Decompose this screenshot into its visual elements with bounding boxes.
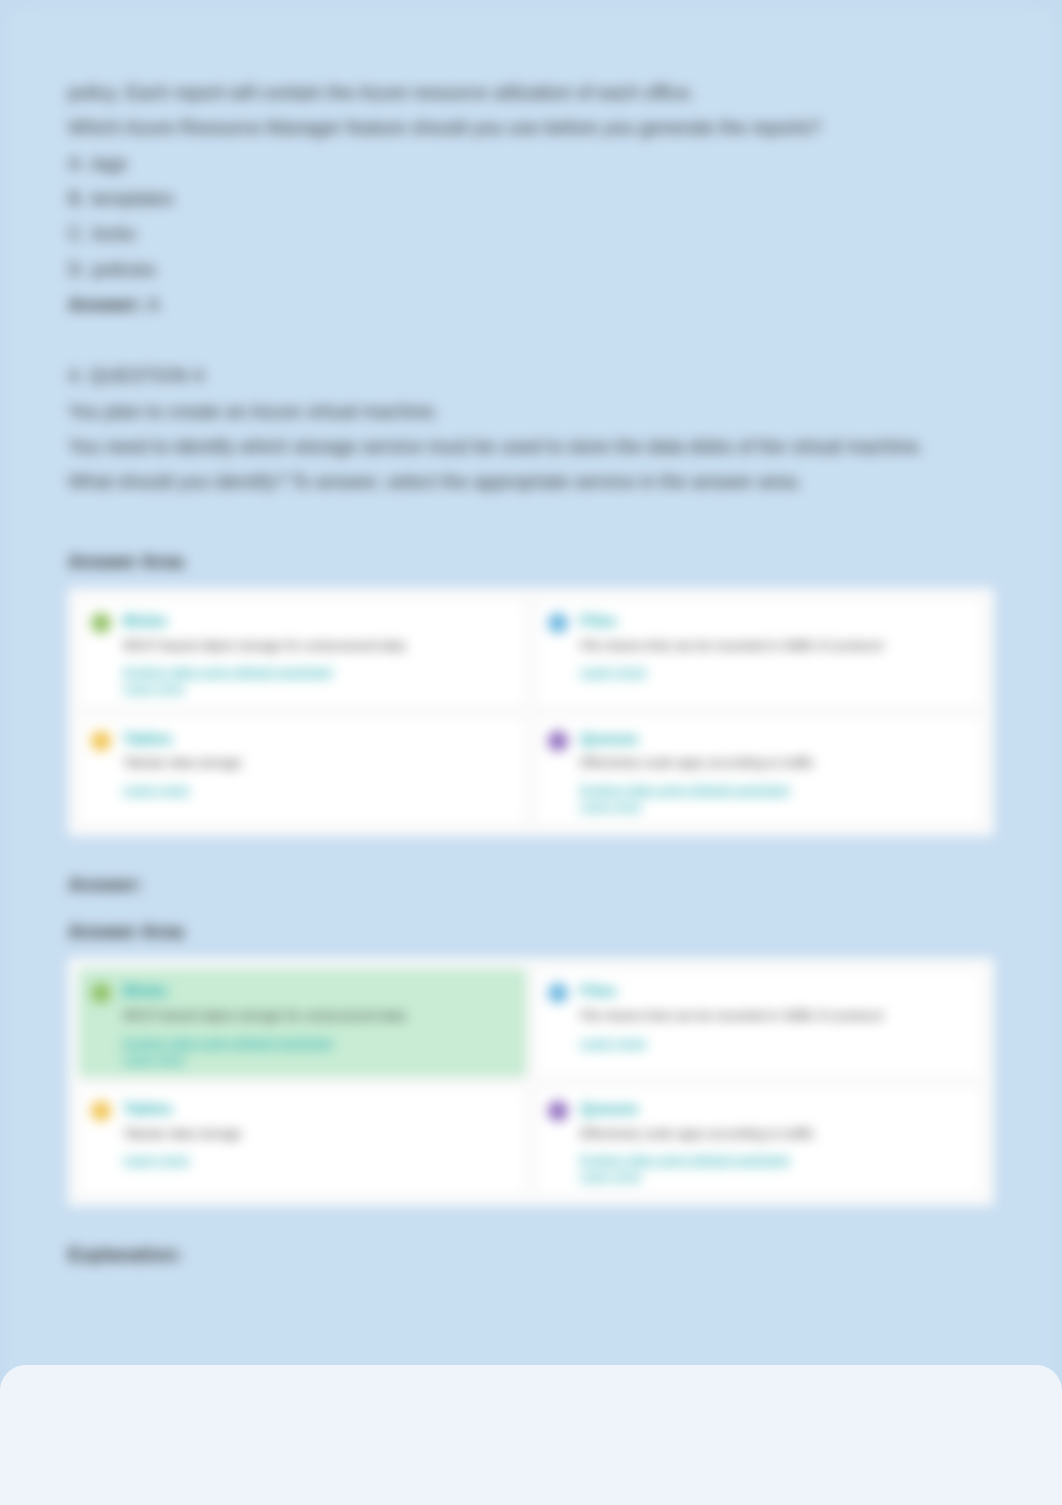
q1-opt-a: A. tags xyxy=(68,149,994,180)
q2-line2: You need to identify which storage servi… xyxy=(68,432,994,463)
q1-opt-c: C. locks xyxy=(68,219,994,250)
card-blobs-ans[interactable]: Blobs REST-based object storage for unst… xyxy=(78,968,527,1078)
queues-link1[interactable]: Explore data using default quickstart xyxy=(580,782,971,799)
q1-answer: Answer: A xyxy=(68,290,994,321)
files-desc: File shares that can be mounted in SMB 3… xyxy=(580,638,971,655)
card-tables[interactable]: Tables Tabular data storage Learn more xyxy=(78,716,527,826)
files-title: Files xyxy=(580,609,971,635)
q2-line3: What should you identify? To answer, sel… xyxy=(68,467,994,498)
tables-ans-link1[interactable]: Learn more xyxy=(123,1152,514,1169)
answer-heading: Answer: xyxy=(68,870,994,901)
tables-title: Tables xyxy=(123,727,514,753)
tables-link1[interactable]: Learn more xyxy=(123,782,514,799)
tables-ans-title: Tables xyxy=(123,1097,514,1123)
q1-opt-b: B. templates xyxy=(68,184,994,215)
tables-desc: Tabular data storage xyxy=(123,755,514,772)
queues-ans-link2[interactable]: Learn more xyxy=(580,1169,971,1185)
answer-area-label-1: Answer Area xyxy=(68,547,994,578)
blobs-ans-icon xyxy=(91,983,111,1003)
q2-number: 4. QUESTION 4 xyxy=(68,361,994,392)
queues-title: Queues xyxy=(580,727,971,753)
blobs-icon xyxy=(91,613,111,633)
queues-ans-icon xyxy=(548,1101,568,1121)
card-queues-ans[interactable]: Queues Effectively scale apps according … xyxy=(535,1086,984,1196)
blobs-link1[interactable]: Explore data using default quickstart xyxy=(123,664,514,681)
files-icon xyxy=(548,613,568,633)
card-blobs[interactable]: Blobs REST-based object storage for unst… xyxy=(78,598,527,708)
files-ans-title: Files xyxy=(580,979,971,1005)
queues-link2[interactable]: Learn more xyxy=(580,799,971,815)
tables-icon xyxy=(91,731,111,751)
q1-answer-value: A xyxy=(147,295,160,316)
card-tables-ans[interactable]: Tables Tabular data storage Learn more xyxy=(78,1086,527,1196)
blobs-desc: REST-based object storage for unstructur… xyxy=(123,638,514,655)
card-files[interactable]: Files File shares that can be mounted in… xyxy=(535,598,984,708)
bottom-panel xyxy=(0,1365,1062,1505)
q1-answer-label: Answer: xyxy=(68,295,143,316)
answer-area-1: Blobs REST-based object storage for unst… xyxy=(68,588,994,836)
queues-ans-desc: Effectively scale apps according to traf… xyxy=(580,1126,971,1143)
queues-ans-link1[interactable]: Explore data using default quickstart xyxy=(580,1152,971,1169)
files-link1[interactable]: Learn more xyxy=(580,664,971,681)
queues-desc: Effectively scale apps according to traf… xyxy=(580,755,971,772)
queues-icon xyxy=(548,731,568,751)
tables-ans-icon xyxy=(91,1101,111,1121)
q1-prompt: Which Azure Resource Manager feature sho… xyxy=(68,113,994,144)
card-files-ans[interactable]: Files File shares that can be mounted in… xyxy=(535,968,984,1078)
q1-opt-d: D. policies xyxy=(68,255,994,286)
files-ans-desc: File shares that can be mounted in SMB 3… xyxy=(580,1008,971,1025)
files-ans-icon xyxy=(548,983,568,1003)
q2-line1: You plan to create an Azure virtual mach… xyxy=(68,397,994,428)
answer-area-2: Blobs REST-based object storage for unst… xyxy=(68,958,994,1206)
blobs-ans-link1[interactable]: Explore data using default quickstart xyxy=(123,1035,514,1052)
queues-ans-title: Queues xyxy=(580,1097,971,1123)
blobs-ans-link2[interactable]: Learn more xyxy=(123,1052,514,1068)
blobs-ans-title: Blobs xyxy=(123,979,514,1005)
tables-ans-desc: Tabular data storage xyxy=(123,1126,514,1143)
answer-area-label-2: Answer Area xyxy=(68,917,994,948)
blobs-ans-desc: REST-based object storage for unstructur… xyxy=(123,1008,514,1025)
blobs-link2[interactable]: Learn more xyxy=(123,681,514,697)
card-queues[interactable]: Queues Effectively scale apps according … xyxy=(535,716,984,826)
blobs-title: Blobs xyxy=(123,609,514,635)
q1-lead: policy. Each report will contain the Azu… xyxy=(68,78,994,109)
files-ans-link1[interactable]: Learn more xyxy=(580,1035,971,1052)
explanation-label: Explanation: xyxy=(68,1240,994,1271)
